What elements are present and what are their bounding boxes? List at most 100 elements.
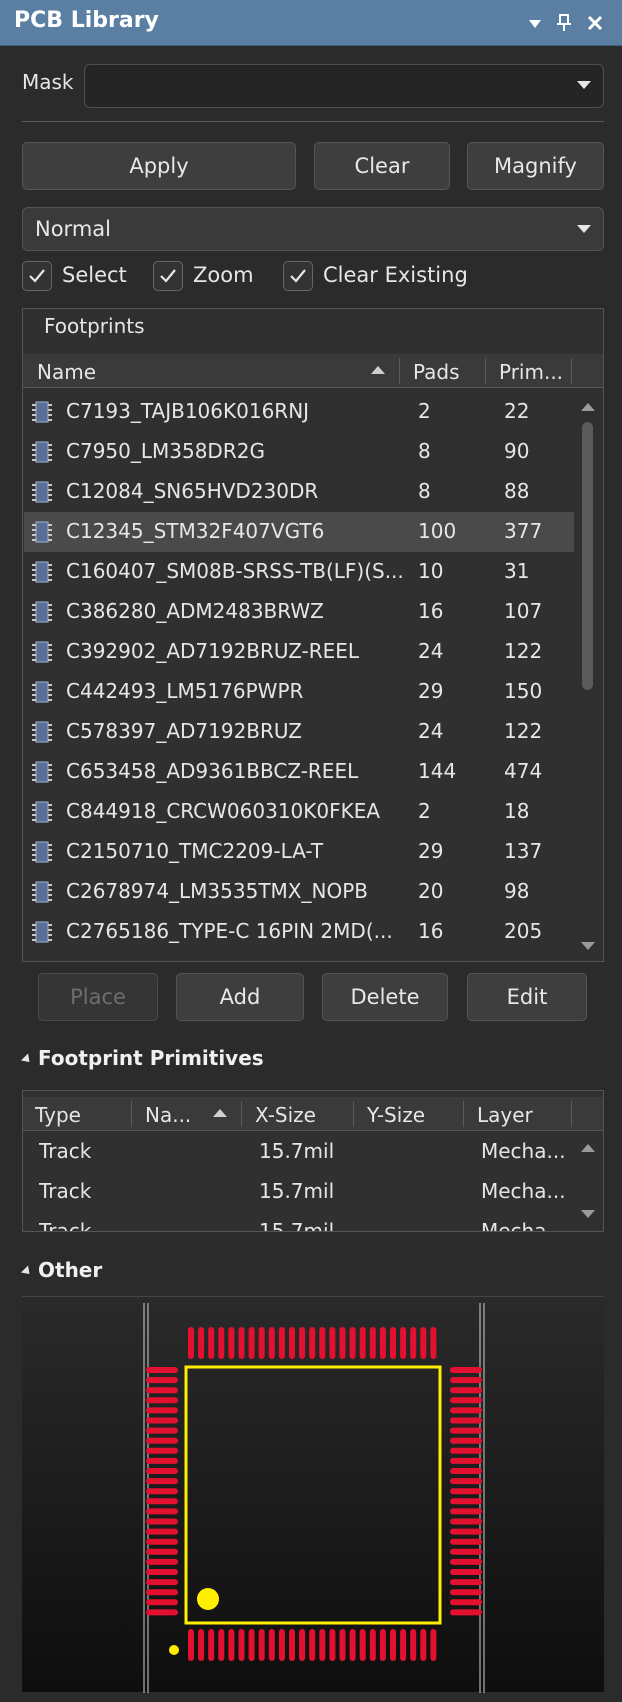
clear-button[interactable]: Clear [314, 142, 450, 190]
left-pad [146, 1447, 178, 1454]
other-heading-label: Other [38, 1258, 103, 1282]
table-row[interactable]: C844918_CRCW060310K0FKEA 2 18 [24, 792, 574, 832]
table-row[interactable]: C7193_TAJB106K016RNJ 2 22 [24, 392, 574, 432]
apply-button[interactable]: Apply [22, 142, 296, 190]
right-pad [450, 1387, 482, 1394]
top-pad [289, 1327, 295, 1359]
table-row[interactable]: Track 15.7mil Mecha... [23, 1132, 577, 1172]
mask-combobox[interactable] [84, 64, 604, 108]
table-row[interactable]: C653458_AD9361BBCZ-REEL 144 474 [24, 752, 574, 792]
footprint-name-cell: C442493_LM5176PWPR [66, 679, 304, 703]
column-divider[interactable] [463, 1101, 464, 1127]
scroll-down-icon[interactable] [581, 1210, 595, 1218]
column-header-primitives[interactable]: Prim... [499, 360, 563, 384]
left-pad [146, 1367, 178, 1373]
table-row[interactable]: C578397_AD7192BRUZ 24 122 [24, 712, 574, 752]
footprint-name-cell: C12345_STM32F407VGT6 [66, 519, 325, 543]
magnify-button[interactable]: Magnify [467, 142, 604, 190]
footprint-name-cell: C578397_AD7192BRUZ [66, 719, 302, 743]
dropdown-arrow-icon[interactable] [524, 12, 546, 34]
column-header-name[interactable]: Name [37, 360, 96, 384]
column-header-type[interactable]: Type [35, 1103, 81, 1127]
table-row[interactable]: C160407_SM08B-SRSS-TB(LF)(S... 10 31 [24, 552, 574, 592]
footprint-primitives-cell: 18 [504, 799, 530, 823]
primitive-layer-cell: Mecha... [481, 1219, 566, 1231]
column-divider[interactable] [571, 1101, 572, 1127]
table-row[interactable]: C12084_SN65HVD230DR 8 88 [24, 472, 574, 512]
pin-icon[interactable] [553, 12, 575, 34]
footprint-primitives-cell: 90 [504, 439, 530, 463]
footprint-preview[interactable] [22, 1296, 604, 1693]
column-header-pads[interactable]: Pads [413, 360, 460, 384]
right-pad [450, 1538, 482, 1545]
checkmark-icon [290, 269, 306, 283]
table-row[interactable]: Track 15.7mil Mecha... [23, 1212, 577, 1231]
edit-button[interactable]: Edit [467, 973, 587, 1021]
top-pad [238, 1327, 245, 1359]
table-row[interactable]: C7950_LM358DR2G 8 90 [24, 432, 574, 472]
table-row[interactable]: C392902_AD7192BRUZ-REEL 24 122 [24, 632, 574, 672]
column-header-layer[interactable]: Layer [477, 1103, 533, 1127]
select-checkbox[interactable] [22, 261, 52, 291]
delete-button[interactable]: Delete [322, 973, 448, 1021]
top-pad [400, 1327, 407, 1359]
footprint-pads-cell: 16 [418, 599, 444, 623]
right-pad [450, 1488, 482, 1495]
table-row[interactable]: C12345_STM32F407VGT6 100 377 [24, 512, 574, 552]
column-header-x-size[interactable]: X-Size [255, 1103, 316, 1127]
top-pad [198, 1327, 205, 1359]
footprints-scrollbar-thumb[interactable] [582, 422, 593, 690]
zoom-checkbox[interactable] [153, 261, 183, 291]
add-button[interactable]: Add [176, 973, 304, 1021]
left-pad [146, 1538, 178, 1545]
column-divider[interactable] [571, 358, 572, 384]
filter-mode-value: Normal [35, 217, 111, 241]
pin1-dot [169, 1645, 179, 1655]
footprint-primitives-cell: 150 [504, 679, 543, 703]
bottom-pad [278, 1629, 285, 1661]
ic-chip-icon [30, 840, 54, 868]
column-divider[interactable] [353, 1101, 354, 1127]
filter-mode-select[interactable]: Normal [22, 207, 604, 251]
column-header-y-size[interactable]: Y-Size [367, 1103, 425, 1127]
column-divider[interactable] [241, 1101, 242, 1127]
column-divider[interactable] [485, 358, 486, 384]
close-icon[interactable] [584, 12, 606, 34]
table-row[interactable]: C2150710_TMC2209-LA-T 29 137 [24, 832, 574, 872]
primitive-x-size-cell: 15.7mil [259, 1139, 335, 1163]
ic-chip-icon [30, 480, 54, 508]
top-pad [329, 1327, 336, 1359]
column-divider[interactable] [131, 1101, 132, 1127]
footprint-primitives-cell: 31 [504, 559, 530, 583]
footprint-name-cell: C653458_AD9361BBCZ-REEL [66, 759, 359, 783]
collapse-triangle-icon[interactable] [20, 1265, 34, 1278]
footprint-name-cell: C7950_LM358DR2G [66, 439, 265, 463]
bottom-pad [329, 1629, 336, 1661]
table-row[interactable]: C2765186_TYPE-C 16PIN 2MD(... 16 205 [24, 912, 574, 952]
scroll-up-icon[interactable] [581, 403, 595, 411]
column-divider[interactable] [399, 358, 400, 384]
chevron-down-icon[interactable] [577, 81, 591, 89]
other-heading[interactable]: Other [20, 1258, 103, 1282]
footprint-primitives-heading[interactable]: Footprint Primitives [20, 1046, 264, 1070]
primitive-x-size-cell: 15.7mil [259, 1179, 335, 1203]
scroll-up-icon[interactable] [581, 1144, 595, 1152]
scroll-down-icon[interactable] [581, 942, 595, 950]
table-row[interactable]: C386280_ADM2483BRWZ 16 107 [24, 592, 574, 632]
right-pad [450, 1407, 482, 1414]
bottom-pad [369, 1629, 376, 1661]
clear-existing-checkbox[interactable] [283, 261, 313, 291]
footprint-primitives-cell: 122 [504, 639, 543, 663]
table-row[interactable]: C442493_LM5176PWPR 29 150 [24, 672, 574, 712]
place-button[interactable]: Place [38, 973, 158, 1021]
footprint-primitives-cell: 98 [504, 879, 530, 903]
table-row[interactable]: Track 15.7mil Mecha... [23, 1172, 577, 1212]
column-header-name[interactable]: Na... [145, 1103, 191, 1127]
top-pad [379, 1327, 386, 1359]
ic-chip-icon [30, 680, 54, 708]
table-row[interactable]: C2678974_LM3535TMX_NOPB 20 98 [24, 872, 574, 912]
bottom-pad [410, 1629, 417, 1661]
chevron-down-icon[interactable] [577, 225, 591, 233]
bottom-pad [218, 1629, 225, 1661]
collapse-triangle-icon[interactable] [20, 1053, 34, 1066]
